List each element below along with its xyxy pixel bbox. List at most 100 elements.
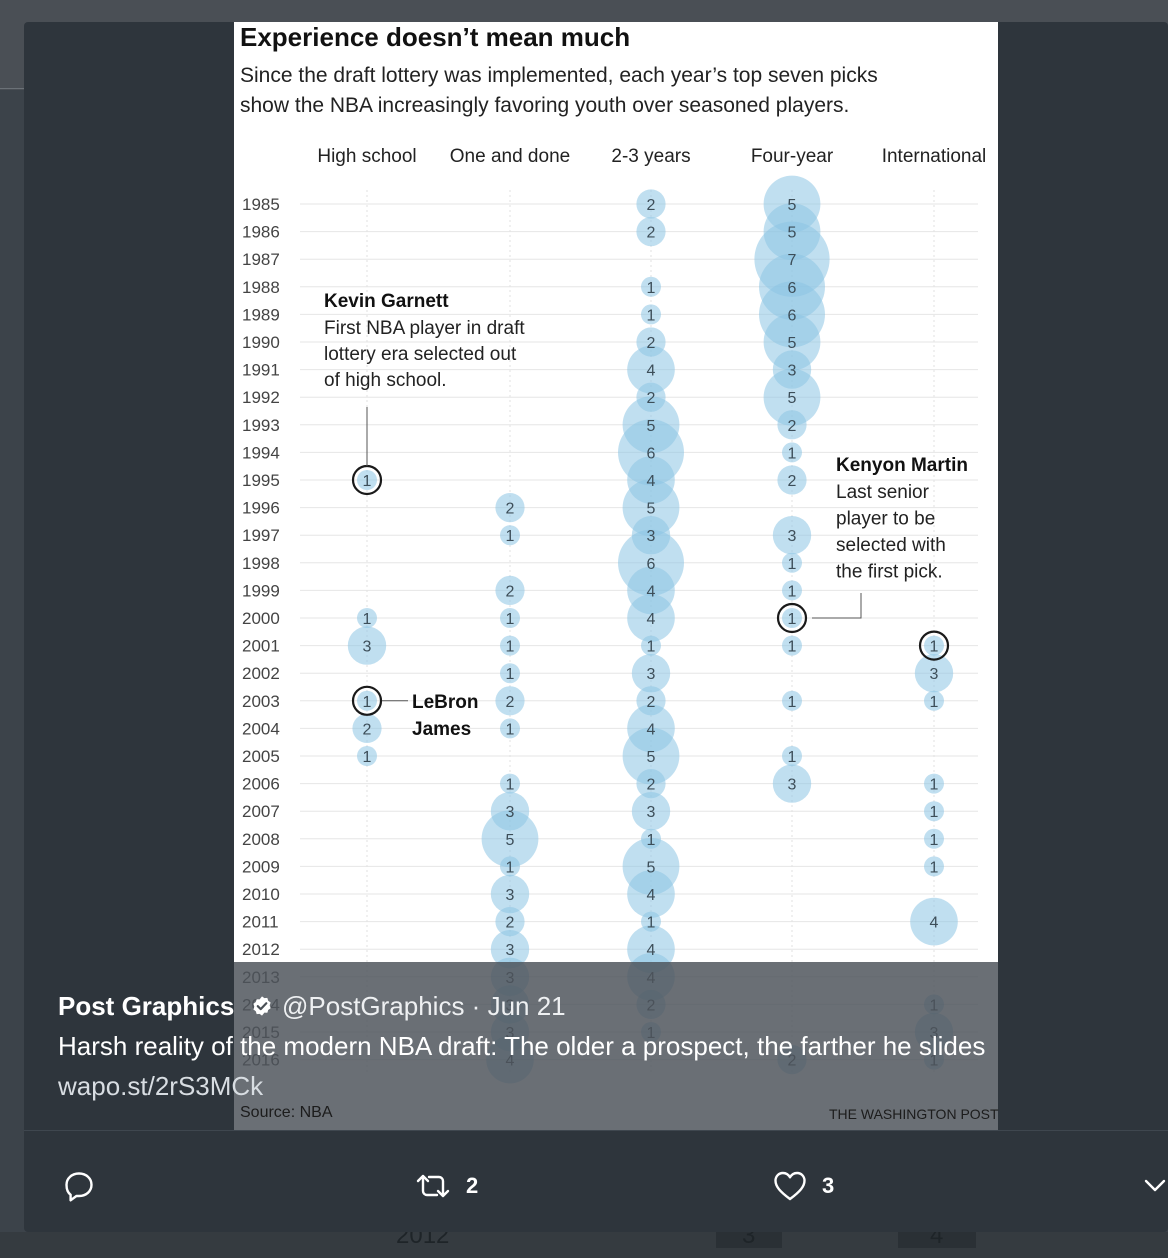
reply-button[interactable] [62, 1168, 96, 1204]
pick-count-label: 2 [647, 390, 656, 407]
tweet-link[interactable]: wapo.st/2rS3MCk [58, 1071, 263, 1102]
pick-count-label: 3 [788, 363, 797, 380]
pick-count-label: 7 [788, 252, 797, 269]
year-label: 1994 [242, 443, 280, 462]
year-label: 1996 [242, 499, 280, 518]
pick-count-label: 4 [647, 583, 656, 600]
martin-leader-line [812, 593, 862, 619]
year-label: 2012 [242, 940, 280, 959]
year-label: 1995 [242, 471, 280, 490]
year-label: 2008 [242, 830, 280, 849]
pick-count-label: 1 [363, 611, 372, 628]
author-handle-and-date[interactable]: @PostGraphics · Jun 21 [282, 991, 566, 1022]
martin-annotation-title: Kenyon Martin [836, 455, 968, 476]
bottom-background-strip [0, 1232, 1168, 1258]
pick-count-label: 1 [788, 694, 797, 711]
pick-count-label: 4 [647, 611, 656, 628]
pick-count-label: 1 [930, 804, 939, 821]
pick-count-label: 5 [647, 418, 656, 435]
year-label: 1992 [242, 388, 280, 407]
column-header: 2-3 years [611, 146, 690, 167]
pick-count-label: 1 [506, 639, 515, 656]
pick-count-label: 1 [363, 694, 372, 711]
pick-count-label: 1 [930, 777, 939, 794]
pick-count-label: 4 [647, 942, 656, 959]
year-label: 2006 [242, 775, 280, 794]
garnett-annotation-line: of high school. [324, 370, 447, 391]
pick-count-label: 2 [506, 583, 515, 600]
pick-count-label: 1 [506, 666, 515, 683]
pick-count-label: 6 [647, 556, 656, 573]
lebron-annotation-title: James [412, 719, 471, 740]
retweet-icon [416, 1174, 450, 1198]
like-button[interactable]: 3 [772, 1168, 834, 1204]
pick-count-label: 1 [647, 639, 656, 656]
like-count: 3 [822, 1173, 835, 1198]
pick-count-label: 5 [506, 832, 515, 849]
year-label: 1990 [242, 333, 280, 352]
pick-count-label: 5 [788, 197, 797, 214]
year-label: 1989 [242, 305, 280, 324]
year-label: 2005 [242, 747, 280, 766]
pick-count-label: 3 [506, 804, 515, 821]
pick-count-label: 2 [506, 501, 515, 518]
actions-divider [24, 1130, 1168, 1131]
pick-count-label: 1 [363, 749, 372, 766]
year-label: 2010 [242, 885, 280, 904]
pick-count-label: 2 [506, 694, 515, 711]
pick-count-label: 1 [930, 639, 939, 656]
pick-count-label: 3 [788, 777, 797, 794]
author-name[interactable]: Post Graphics [58, 991, 234, 1022]
pick-count-label: 3 [788, 528, 797, 545]
pick-count-label: 4 [647, 721, 656, 738]
lebron-annotation-title: LeBron [412, 692, 479, 713]
year-label: 2000 [242, 609, 280, 628]
pick-count-label: 1 [506, 777, 515, 794]
chevron-down-icon [1144, 1179, 1166, 1192]
garnett-annotation-line: First NBA player in draft [324, 318, 525, 339]
more-options-button[interactable] [1142, 1168, 1168, 1204]
martin-annotation-line: the first pick. [836, 562, 943, 583]
garnett-annotation-line: lottery era selected out [324, 344, 517, 365]
year-label: 2007 [242, 802, 280, 821]
pick-count-label: 1 [788, 639, 797, 656]
pick-count-label: 5 [788, 225, 797, 242]
pick-count-label: 1 [788, 611, 797, 628]
verified-badge-icon [253, 996, 271, 1016]
year-label: 1998 [242, 554, 280, 573]
pick-count-label: 5 [647, 749, 656, 766]
pick-count-label: 2 [647, 197, 656, 214]
pick-count-label: 1 [647, 307, 656, 324]
pick-count-label: 1 [647, 915, 656, 932]
pick-count-label: 6 [647, 445, 656, 462]
pick-count-label: 3 [506, 942, 515, 959]
pick-count-label: 5 [647, 501, 656, 518]
pick-count-label: 1 [506, 721, 515, 738]
martin-annotation-line: Last senior [836, 482, 930, 503]
year-label: 2003 [242, 692, 280, 711]
pick-count-label: 1 [647, 280, 656, 297]
pick-count-label: 1 [930, 859, 939, 876]
column-header: International [882, 146, 987, 167]
year-label: 1988 [242, 278, 280, 297]
martin-annotation-line: selected with [836, 535, 946, 556]
year-label: 2002 [242, 664, 280, 683]
retweet-button[interactable]: 2 [414, 1168, 478, 1204]
year-label: 2011 [242, 913, 279, 932]
column-header: One and done [450, 146, 570, 167]
year-label: 1986 [242, 223, 280, 242]
pick-count-label: 3 [647, 528, 656, 545]
year-label: 1985 [242, 195, 280, 214]
pick-count-label: 1 [506, 528, 515, 545]
pick-count-label: 1 [788, 749, 797, 766]
pick-count-label: 4 [930, 915, 939, 932]
year-label: 1991 [242, 361, 280, 380]
pick-count-label: 3 [647, 666, 656, 683]
year-label: 2004 [242, 719, 280, 738]
year-label: 1993 [242, 416, 280, 435]
pick-count-label: 2 [647, 777, 656, 794]
pick-count-label: 5 [647, 859, 656, 876]
pick-count-label: 2 [363, 721, 372, 738]
pick-count-label: 1 [506, 859, 515, 876]
pick-count-label: 1 [930, 694, 939, 711]
